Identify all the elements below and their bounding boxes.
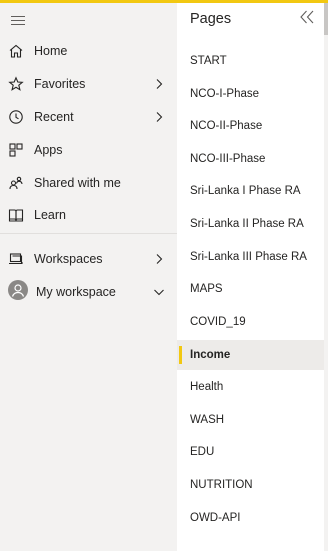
page-item-label: Sri-Lanka III Phase RA bbox=[190, 251, 307, 263]
chevron-right-icon[interactable] bbox=[152, 77, 166, 91]
page-item-label: MAPS bbox=[190, 283, 223, 295]
nav-item-favorites[interactable]: Favorites bbox=[0, 69, 177, 99]
page-item-label: OWD-API bbox=[190, 512, 241, 524]
page-item[interactable]: START bbox=[177, 46, 324, 76]
nav-item-label: My workspace bbox=[36, 285, 116, 299]
page-item[interactable]: OWD-API bbox=[177, 503, 324, 533]
page-item-label: EDU bbox=[190, 446, 215, 458]
nav-item-learn[interactable]: Learn bbox=[0, 200, 177, 230]
chevron-right-icon[interactable] bbox=[152, 252, 166, 266]
page-item-active[interactable]: Income bbox=[177, 340, 324, 370]
page-item[interactable]: NUTRITION bbox=[177, 470, 324, 500]
nav-item-label: Home bbox=[34, 44, 68, 58]
active-page-indicator bbox=[179, 346, 182, 364]
pages-title: Pages bbox=[190, 11, 232, 27]
workspaces-icon bbox=[9, 253, 23, 265]
page-item-label: NUTRITION bbox=[190, 479, 253, 491]
page-item-label: Income bbox=[190, 349, 231, 361]
chevron-down-icon[interactable] bbox=[152, 285, 166, 299]
page-item-label: COVID_19 bbox=[190, 316, 246, 328]
nav-item-workspaces[interactable]: Workspaces bbox=[0, 244, 177, 274]
hamburger-menu-icon[interactable] bbox=[11, 15, 25, 25]
nav-item-label: Learn bbox=[34, 208, 66, 222]
nav-item-label: Favorites bbox=[34, 77, 86, 91]
page-item[interactable]: WASH bbox=[177, 405, 324, 435]
home-icon bbox=[9, 44, 23, 58]
nav-divider bbox=[0, 233, 177, 234]
page-item[interactable]: NCO-II-Phase bbox=[177, 111, 324, 141]
pages-pane: Pages START NCO-I-Phase NCO-II-Phase NCO… bbox=[177, 3, 324, 551]
page-item[interactable]: Sri-Lanka I Phase RA bbox=[177, 176, 324, 206]
nav-item-shared-with-me[interactable]: Shared with me bbox=[0, 168, 177, 198]
nav-item-label: Workspaces bbox=[34, 252, 103, 266]
nav-item-apps[interactable]: Apps bbox=[0, 135, 177, 165]
page-item-label: WASH bbox=[190, 414, 225, 426]
page-item-label: NCO-II-Phase bbox=[190, 120, 263, 132]
page-item[interactable]: Sri-Lanka III Phase RA bbox=[177, 242, 324, 272]
nav-item-label: Apps bbox=[34, 143, 63, 157]
book-icon bbox=[8, 209, 24, 222]
avatar bbox=[8, 280, 28, 300]
left-nav-pane: Home Favorites Recent Apps Shared with m… bbox=[0, 3, 177, 551]
page-item[interactable]: NCO-I-Phase bbox=[177, 79, 324, 109]
page-item[interactable]: COVID_19 bbox=[177, 307, 324, 337]
scrollbar-track[interactable] bbox=[324, 3, 328, 551]
nav-item-recent[interactable]: Recent bbox=[0, 102, 177, 132]
page-item-label: NCO-I-Phase bbox=[190, 88, 260, 100]
page-item-label: START bbox=[190, 55, 227, 67]
nav-item-home[interactable]: Home bbox=[0, 36, 177, 66]
shared-icon bbox=[9, 176, 23, 190]
page-item-label: Health bbox=[190, 381, 224, 393]
page-item-label: Sri-Lanka I Phase RA bbox=[190, 185, 301, 197]
person-icon bbox=[11, 284, 25, 297]
collapse-double-chevron-icon[interactable] bbox=[298, 9, 316, 25]
chevron-right-icon[interactable] bbox=[152, 110, 166, 124]
clock-icon bbox=[9, 110, 23, 124]
nav-item-my-workspace[interactable]: My workspace bbox=[0, 277, 177, 307]
page-item[interactable]: Sri-Lanka II Phase RA bbox=[177, 209, 324, 239]
page-item[interactable]: EDU bbox=[177, 437, 324, 467]
page-item-label: NCO-III-Phase bbox=[190, 153, 266, 165]
page-item[interactable]: MAPS bbox=[177, 274, 324, 304]
scrollbar-thumb[interactable] bbox=[324, 3, 328, 35]
star-icon bbox=[8, 76, 24, 91]
nav-item-label: Recent bbox=[34, 110, 74, 124]
page-item[interactable]: NCO-III-Phase bbox=[177, 144, 324, 174]
page-item-label: Sri-Lanka II Phase RA bbox=[190, 218, 304, 230]
apps-icon bbox=[9, 143, 23, 157]
page-item[interactable]: Health bbox=[177, 372, 324, 402]
nav-item-label: Shared with me bbox=[34, 176, 121, 190]
